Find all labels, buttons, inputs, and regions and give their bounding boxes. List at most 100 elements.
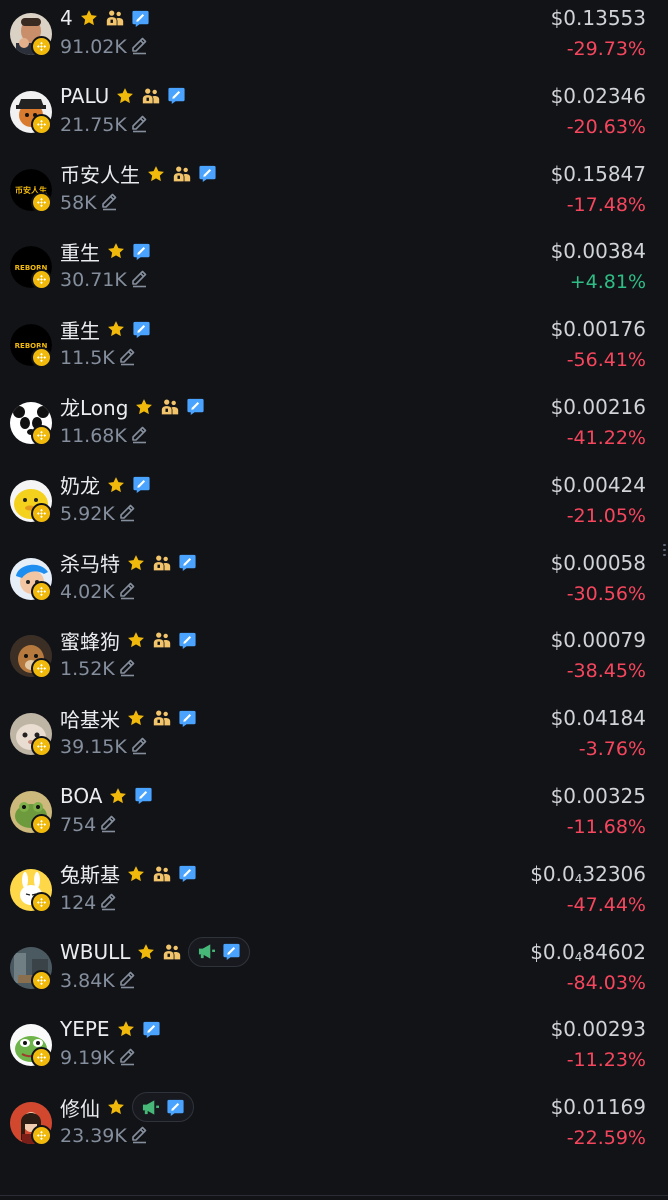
token-name[interactable]: 修仙	[60, 1093, 100, 1122]
edit-icon[interactable]	[129, 113, 149, 137]
token-name-line: PALU	[60, 81, 186, 111]
price-prefix: $0.0	[530, 861, 575, 886]
edit-icon[interactable]	[129, 1124, 149, 1148]
price-change: -11.68%	[566, 815, 646, 838]
token-row[interactable]: 4 91.02K $0.13553 -29.73%	[0, 0, 668, 78]
star-icon[interactable]	[126, 553, 146, 573]
edit-icon[interactable]	[117, 502, 137, 526]
star-icon[interactable]	[116, 1019, 136, 1039]
price-cell: $0.00424	[551, 470, 646, 500]
price-change: -56.41%	[566, 349, 646, 372]
edit-icon[interactable]	[99, 191, 119, 215]
token-price: $0.00384	[550, 239, 646, 264]
edit-icon[interactable]	[98, 813, 118, 837]
token-row[interactable]: BOA 754 $0.00325 -11.68%	[0, 778, 668, 856]
verified-icon	[132, 475, 151, 494]
token-name[interactable]: 4	[60, 6, 73, 30]
edit-icon[interactable]	[117, 580, 137, 604]
star-icon[interactable]	[79, 8, 99, 28]
token-name[interactable]: 蜜蜂狗	[60, 626, 120, 655]
token-name[interactable]: 重生	[60, 315, 100, 344]
market-cap: 91.02K	[60, 36, 127, 58]
token-price: $0.00176	[550, 317, 646, 342]
edit-icon[interactable]	[129, 268, 149, 292]
market-cap: 30.71K	[60, 269, 127, 292]
price-cell: $0.01169	[551, 1092, 646, 1122]
token-row[interactable]: YEPE 9.19K $0.00293 -11.23%	[0, 1011, 668, 1089]
price-digits: 84602	[582, 939, 646, 964]
star-icon[interactable]	[136, 942, 156, 962]
market-cap: 9.19K	[60, 1047, 115, 1070]
token-row[interactable]: 杀马特 4.02K $0.00058 -30.56%	[0, 545, 668, 623]
scrollbar-handle[interactable]	[663, 544, 666, 556]
price-cell: $0.00384	[551, 236, 646, 266]
token-name[interactable]: WBULL	[60, 940, 130, 964]
edit-icon[interactable]	[117, 1046, 137, 1070]
token-row[interactable]: WBULL 3.84K $0.0484602 -84.03%	[0, 934, 668, 1012]
edit-icon[interactable]	[129, 424, 149, 448]
edit-icon[interactable]	[117, 969, 137, 993]
price-cell: $0.00058	[551, 548, 646, 578]
star-icon[interactable]	[126, 864, 146, 884]
star-icon[interactable]	[115, 86, 135, 106]
market-cap: 5.92K	[60, 502, 115, 525]
token-row[interactable]: PALU 21.75K $0.02346 -20.63%	[0, 78, 668, 156]
star-icon[interactable]	[106, 241, 126, 261]
star-icon[interactable]	[126, 708, 146, 728]
token-row[interactable]: 修仙 23.39K $0.01169 -22.59%	[0, 1089, 668, 1167]
token-name[interactable]: 兔斯基	[60, 859, 120, 888]
cto-badge	[188, 936, 251, 967]
star-icon[interactable]	[106, 475, 126, 495]
price-change: -84.03%	[566, 971, 646, 994]
star-icon[interactable]	[146, 164, 166, 184]
token-price: $0.01169	[550, 1095, 646, 1120]
token-name[interactable]: 币安人生	[60, 159, 140, 188]
token-mcap-line: 754	[60, 811, 118, 839]
token-mcap-line: 11.68K	[60, 422, 149, 450]
token-name[interactable]: 奶龙	[60, 470, 100, 499]
verified-icon	[132, 320, 151, 339]
verified-icon	[167, 86, 186, 105]
market-cap: 124	[60, 891, 97, 914]
token-row[interactable]: 币安人生 币安人生 58K $0.15847 -17.48%	[0, 156, 668, 234]
token-row[interactable]: REBORN 重生 30.71K $0.00384 +4.81%	[0, 233, 668, 311]
star-icon[interactable]	[106, 1097, 126, 1117]
token-row[interactable]: 兔斯基 124 $0.0432306 -47.44%	[0, 856, 668, 934]
star-icon[interactable]	[108, 786, 128, 806]
token-name[interactable]: 哈基米	[60, 704, 120, 733]
price-change: -47.44%	[566, 893, 646, 916]
star-icon[interactable]	[126, 630, 146, 650]
community-icon	[152, 631, 172, 649]
token-mcap-line: 58K	[60, 189, 119, 217]
star-icon[interactable]	[134, 397, 154, 417]
token-mcap-line: 9.19K	[60, 1044, 137, 1072]
edit-icon[interactable]	[98, 891, 118, 915]
token-price: $0.00079	[550, 628, 646, 653]
token-row[interactable]: 哈基米 39.15K $0.04184 -3.76%	[0, 700, 668, 778]
token-row[interactable]: 龙Long 11.68K $0.00216 -41.22%	[0, 389, 668, 467]
bnb-chain-icon	[31, 813, 52, 835]
edit-icon[interactable]	[129, 735, 149, 759]
token-row[interactable]: REBORN 重生 11.5K $0.00176 -56.41%	[0, 311, 668, 389]
star-icon[interactable]	[106, 319, 126, 339]
market-cap: 39.15K	[60, 736, 127, 759]
price-change: +4.81%	[569, 271, 646, 294]
community-icon	[162, 943, 182, 961]
token-name[interactable]: 杀马特	[60, 548, 120, 577]
token-row[interactable]: 蜜蜂狗 1.52K $0.00079 -38.45%	[0, 622, 668, 700]
price-change: -38.45%	[566, 660, 646, 683]
market-cap: 11.68K	[60, 424, 127, 447]
bnb-chain-icon	[31, 580, 52, 602]
token-price: $0.00058	[550, 550, 646, 575]
token-name[interactable]: 重生	[60, 237, 100, 266]
token-name[interactable]: PALU	[60, 84, 109, 108]
token-name[interactable]: 龙Long	[60, 392, 128, 421]
edit-icon[interactable]	[129, 35, 149, 59]
price-change: -41.22%	[566, 426, 646, 449]
edit-icon[interactable]	[117, 657, 137, 681]
token-name-line: 重生	[60, 314, 151, 344]
token-row[interactable]: 奶龙 5.92K $0.00424 -21.05%	[0, 467, 668, 545]
token-name[interactable]: YEPE	[60, 1017, 110, 1041]
edit-icon[interactable]	[117, 346, 137, 370]
token-name[interactable]: BOA	[60, 784, 102, 808]
